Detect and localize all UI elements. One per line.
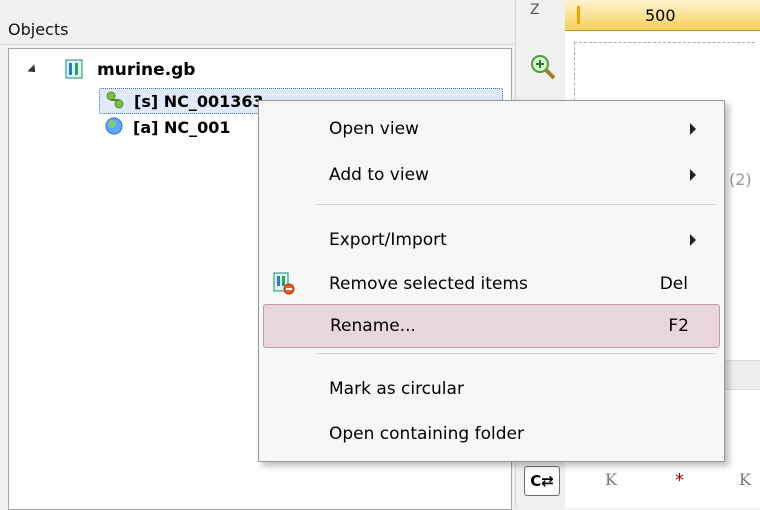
zoom-in-icon[interactable] [526, 52, 558, 82]
menu-item-open-folder[interactable]: Open containing folder [263, 413, 718, 455]
submenu-arrow-icon [690, 123, 696, 135]
objects-panel-header: Objects [0, 0, 515, 45]
menu-separator [317, 353, 715, 354]
menu-item-label: Export/Import [329, 230, 447, 250]
menu-item-label: Add to view [329, 165, 429, 185]
menu-item-mark-circular[interactable]: Mark as circular [263, 368, 718, 410]
menu-item-label: Open view [329, 119, 419, 139]
menu-item-add-to-view[interactable]: Add to view [263, 154, 718, 196]
tree-item-label: [s] NC_001363 [134, 92, 264, 111]
menu-item-export-import[interactable]: Export/Import [263, 219, 718, 261]
annotation-icon [105, 117, 123, 135]
submenu-arrow-icon [690, 169, 696, 181]
menu-item-label: Open containing folder [329, 424, 524, 444]
remove-items-icon [273, 272, 295, 295]
toolbar-top-button[interactable]: Z [530, 2, 540, 18]
menu-item-label: Mark as circular [329, 379, 464, 399]
sequence-icon [106, 91, 124, 109]
expand-arrow-icon[interactable] [27, 64, 39, 76]
menu-item-label: Rename... [330, 316, 416, 336]
ruler-value: 500 [645, 6, 676, 25]
sequence-char: K [605, 470, 617, 489]
menu-item-open-view[interactable]: Open view [263, 108, 718, 150]
menu-shortcut: F2 [668, 316, 689, 336]
tree-root-label[interactable]: murine.gb [97, 60, 195, 80]
sequence-char: K [739, 470, 751, 489]
context-menu: Open view Add to view Export/Import Remo… [258, 100, 725, 462]
submenu-arrow-icon [690, 234, 696, 246]
menu-separator [317, 204, 715, 205]
sequence-star: * [675, 470, 684, 491]
document-icon [65, 59, 83, 79]
menu-shortcut: Del [659, 274, 688, 294]
toolbar-bottom-button[interactable]: C⇄ [524, 466, 560, 496]
objects-title: Objects [8, 20, 69, 39]
menu-item-rename[interactable]: Rename... F2 [263, 304, 720, 348]
tree-item-annotation[interactable]: [a] NC_001 [99, 115, 249, 139]
menu-item-label: Remove selected items [329, 274, 528, 294]
menu-item-remove-selected[interactable]: Remove selected items Del [263, 263, 718, 305]
gray-count-label: (2) [729, 170, 752, 189]
ruler-marker [577, 6, 580, 24]
sequence-ruler: 500 [565, 0, 760, 31]
tree-item-label: [a] NC_001 [133, 118, 231, 137]
